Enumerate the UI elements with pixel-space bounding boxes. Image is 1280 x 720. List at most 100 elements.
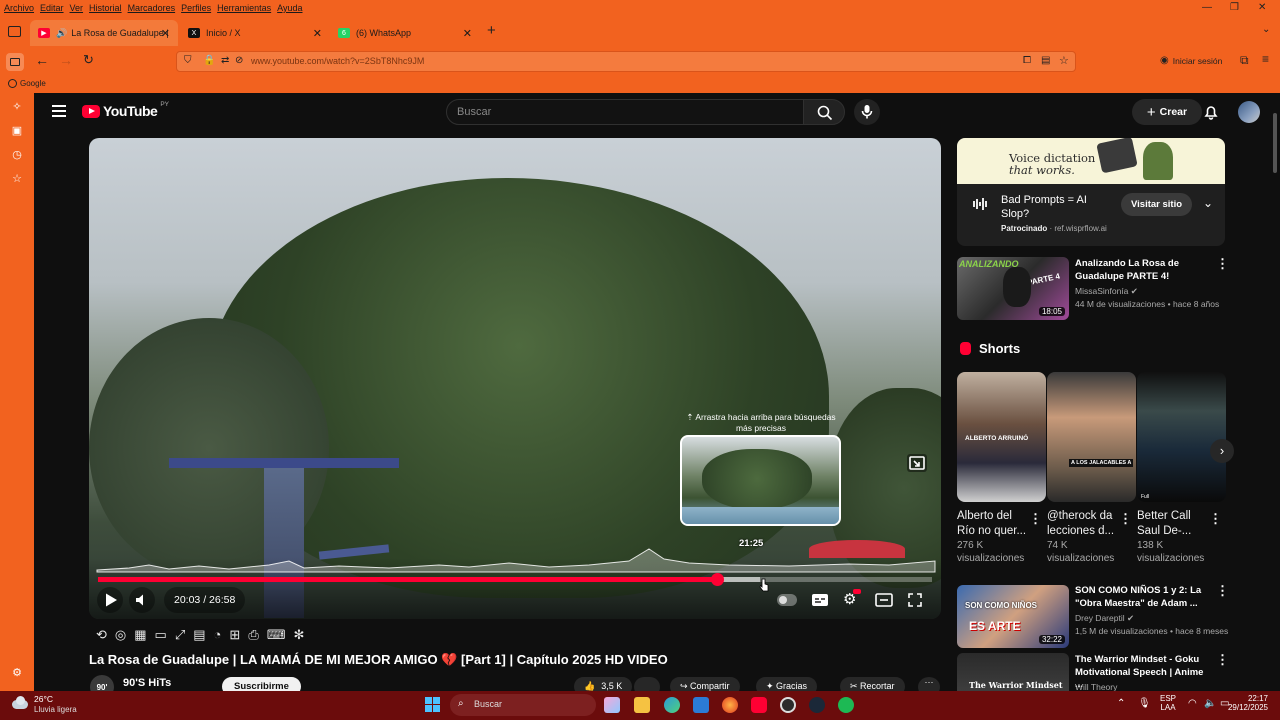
ad-banner[interactable]: Voice dictation that works. [957,138,1225,184]
forward-icon[interactable]: → [59,52,73,68]
settings-icon[interactable]: ⚙ [843,589,861,608]
menu-archivo[interactable]: Archivo [4,3,34,13]
visit-site-button[interactable]: Visitar sitio [1121,193,1193,216]
more-options-icon[interactable]: ⋮ [1216,583,1229,599]
ad-card[interactable]: Voice dictation that works. Bad Prompts … [957,138,1225,246]
minimize-button[interactable]: — [1202,2,1212,13]
tab-overview-icon[interactable] [8,26,21,37]
scroll-icon[interactable]: ▤ [193,627,205,643]
more-options-icon[interactable]: ⋮ [1209,511,1222,527]
mute-button[interactable] [129,587,155,613]
screenshot-icon[interactable]: ⎙ [248,627,258,643]
clipboard-icon[interactable]: ▣ [11,125,23,137]
restore-button[interactable]: ❐ [1230,2,1239,13]
keyboard-icon[interactable]: ⌨ [267,627,286,643]
recommendation-thumbnail[interactable]: ANALIZANDO PARTE 4 18:05 [957,257,1069,320]
recommendation-channel[interactable]: MissaSinfonía ✔ [1075,286,1138,297]
volume-icon[interactable]: 🔈 [1204,698,1216,709]
youtube-app-icon[interactable] [751,697,767,713]
menu-ayuda[interactable]: Ayuda [277,3,302,13]
new-tab-button[interactable]: + [487,22,496,39]
bookmarks-icon[interactable]: ☆ [11,173,23,185]
steam-icon[interactable] [809,697,825,713]
close-tab-icon[interactable]: ✕ [313,27,322,40]
miniplayer-icon[interactable] [907,454,927,472]
search-button[interactable] [803,99,845,125]
account-avatar[interactable] [1238,101,1260,123]
sidebar-toggle-icon[interactable] [6,53,24,71]
share-button[interactable]: ↪ Compartir [670,677,740,691]
mail-icon[interactable] [693,697,709,713]
video-player[interactable]: ⇡ Arrastra hacia arriba para búsquedas m… [89,138,941,619]
short-thumbnail[interactable]: A LOS JALACABLES A [1047,372,1136,502]
weather-temp[interactable]: 26°C [34,694,53,704]
menu-icon[interactable]: ≡ [1262,52,1269,66]
recommendation-channel[interactable]: Will Theory [1075,682,1117,691]
extensions-icon[interactable]: ⧉ [1240,53,1249,68]
lock-icon[interactable]: 🔒 [203,55,215,66]
short-thumbnail[interactable]: Full [1137,372,1226,502]
recommendation-title[interactable]: Analizando La Rosa de Guadalupe PARTE 4! [1075,258,1210,283]
thanks-button[interactable]: ✦ Gracias [756,677,818,691]
shield-icon[interactable]: ⛉ [184,55,192,66]
speaker-icon[interactable]: 🔊 [56,28,67,39]
url-bar[interactable]: ⛉ 🔒 ⇄ ⊘ www.youtube.com/watch?v=2SbT8Nhc… [176,51,1076,72]
copilot-icon[interactable] [604,697,620,713]
firefox-icon[interactable] [722,697,738,713]
hamburger-menu-icon[interactable] [52,105,66,117]
notifications-bell-icon[interactable] [1203,104,1219,120]
menu-historial[interactable]: Historial [89,3,122,13]
recommendation-channel[interactable]: Drey Dareptil ✔ [1075,613,1134,624]
microphone-icon[interactable]: 🎙 [1138,698,1151,709]
menu-marcadores[interactable]: Marcadores [128,3,176,13]
menu-perfiles[interactable]: Perfiles [181,3,211,13]
gear-icon[interactable]: ✻ [293,627,304,643]
menu-herramientas[interactable]: Herramientas [217,3,271,13]
cinema-icon[interactable]: ▦ [134,627,146,643]
create-button[interactable]: + Crear [1132,99,1202,125]
close-tab-icon[interactable]: ✕ [463,27,472,40]
subtitles-icon[interactable] [811,593,829,607]
bookmark-star-icon[interactable]: ☆ [1059,54,1069,67]
tab-whatsapp[interactable]: 6 (6) WhatsApp ✕ [330,20,480,46]
close-tab-icon[interactable]: ✕ [161,27,170,40]
autoplay-blocked-icon[interactable]: ⊘ [235,55,243,66]
tab-youtube[interactable]: ▶ 🔊 La Rosa de Guadalupe | LA ✕ [30,20,178,46]
tab-x[interactable]: X Inicio / X ✕ [180,20,330,46]
language-indicator[interactable]: ESP LAA [1160,694,1176,712]
sign-in-button[interactable]: ◉ Iniciar sesión [1160,55,1222,66]
voice-search-button[interactable] [854,99,880,125]
resize-icon[interactable]: ⤢ [175,627,185,643]
short-title[interactable]: Better Call Saul De-... [1137,509,1213,539]
translate-icon[interactable]: ⧠ [1023,55,1031,66]
theater-mode-icon[interactable] [875,593,893,607]
channel-avatar[interactable]: 90' [90,675,114,691]
permissions-icon[interactable]: ⇄ [221,55,229,66]
short-title[interactable]: Alberto del Río no quer... [957,509,1033,539]
broadcast-icon[interactable]: ◎ [115,627,126,643]
more-options-icon[interactable]: ⋮ [1216,652,1229,668]
settings-gear-icon[interactable]: ⚙ [11,667,23,679]
bookmark-google[interactable]: Google [8,79,46,88]
chevron-down-icon[interactable]: ⌄ [1203,196,1213,210]
reload-icon[interactable]: ↻ [83,52,94,68]
subscribe-button[interactable]: Suscribirme [222,677,301,691]
clapper-icon[interactable]: ▭ [155,627,167,643]
more-options-icon[interactable]: ⋮ [1216,256,1229,272]
weather-cloud-icon[interactable] [10,696,30,710]
github-icon[interactable] [780,697,796,713]
clip-button[interactable]: ✂ Recortar [840,677,905,691]
back-icon[interactable]: ← [35,52,49,68]
add-clip-icon[interactable]: ⊞ [229,627,240,643]
chevron-up-icon[interactable]: ⌃ [1117,698,1125,709]
ai-sparkle-icon[interactable]: ✧ [11,101,23,113]
comment-button[interactable] [634,677,660,691]
channel-name[interactable]: 90'S HiTs [123,677,171,689]
play-button[interactable] [97,587,123,613]
edge-icon[interactable] [664,697,680,713]
file-explorer-icon[interactable] [634,697,650,713]
more-options-icon[interactable]: ⋮ [1119,511,1132,527]
close-window-button[interactable]: ✕ [1258,2,1266,13]
loop-icon[interactable]: ⟲ [96,627,107,643]
recommendation-title[interactable]: SON COMO NIÑOS 1 y 2: La "Obra Maestra" … [1075,585,1210,610]
